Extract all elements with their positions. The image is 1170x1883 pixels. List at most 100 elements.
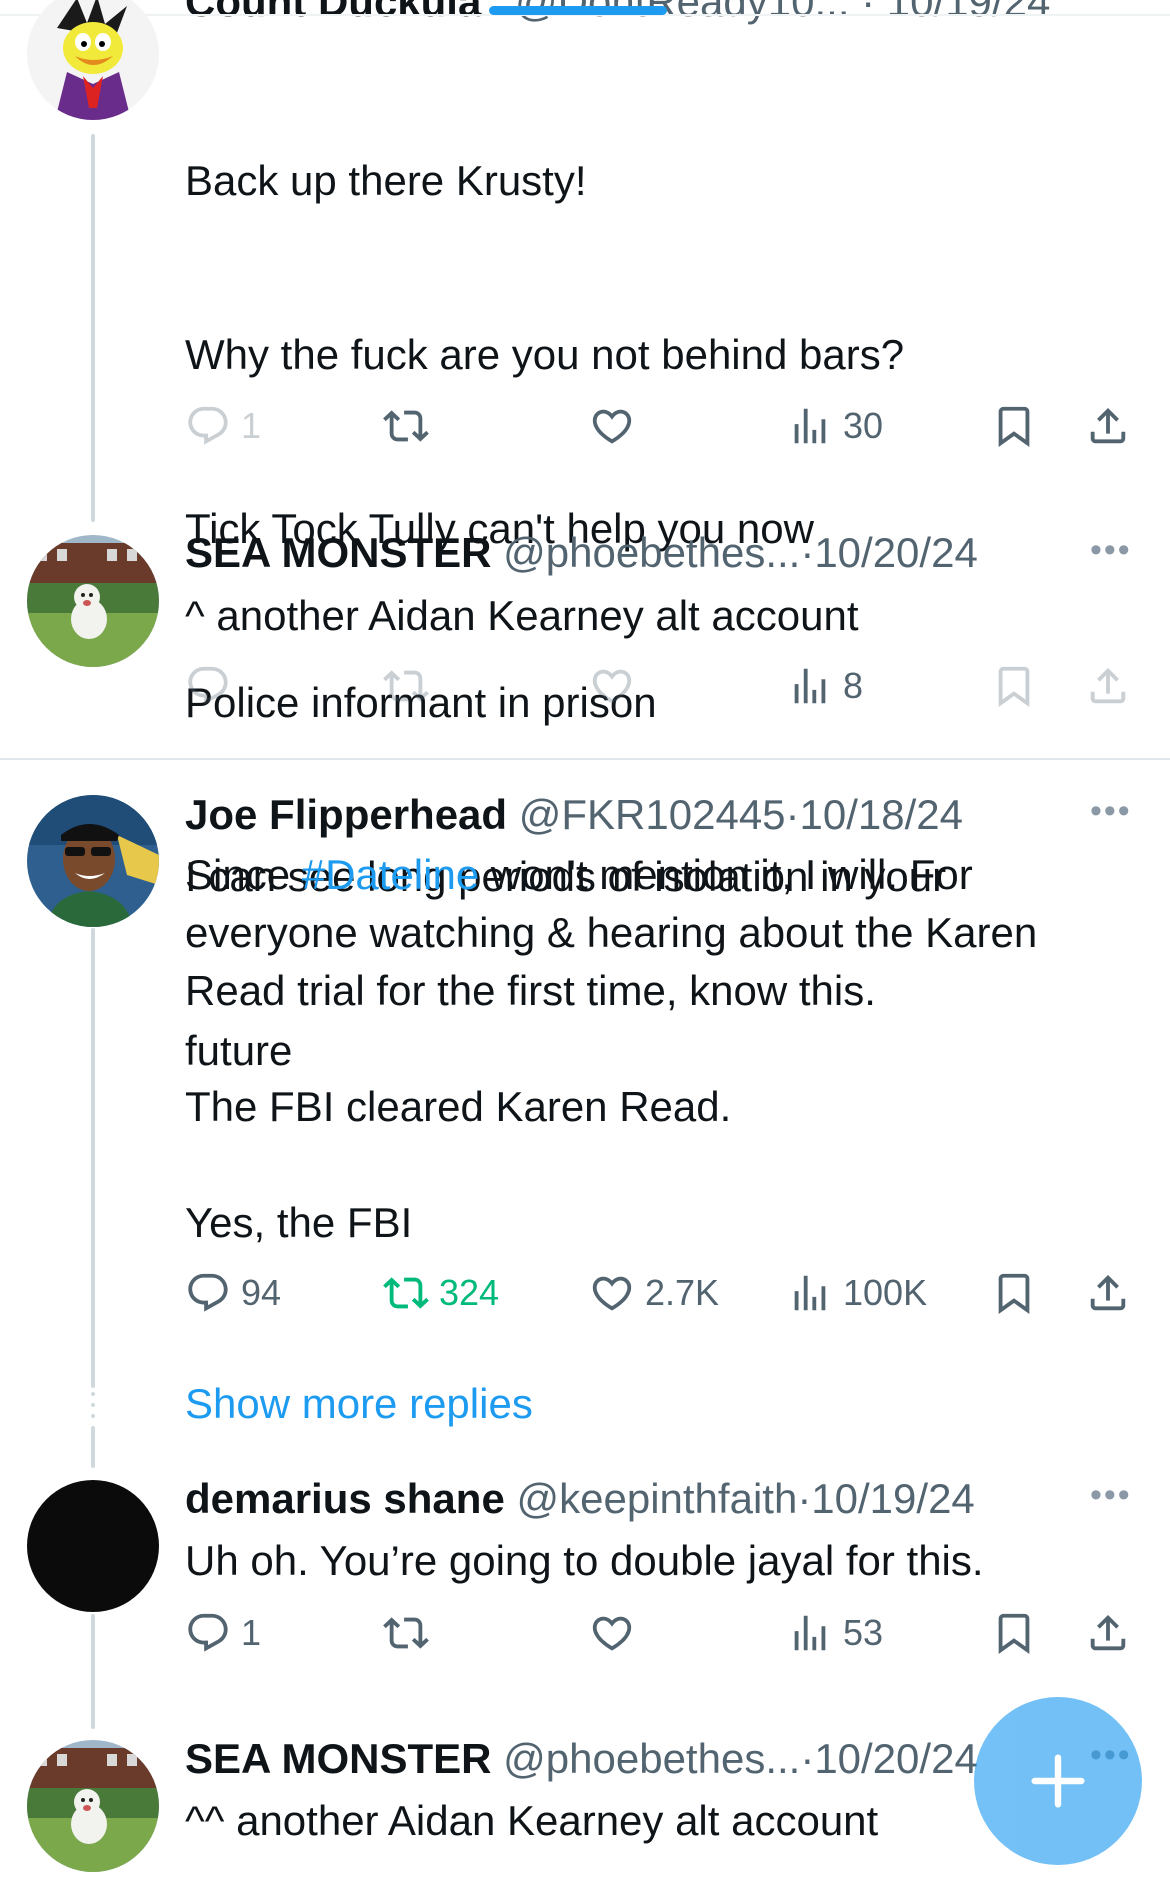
reply-button[interactable]: 1 bbox=[185, 1610, 261, 1656]
views-count: 53 bbox=[843, 1612, 884, 1653]
views-button[interactable]: 8 bbox=[787, 663, 863, 709]
bookmark-button[interactable] bbox=[991, 1270, 1037, 1316]
author-handle[interactable]: @keepinthfaith bbox=[516, 1475, 797, 1522]
reply-icon bbox=[185, 1270, 231, 1316]
reply-button[interactable]: 1 bbox=[185, 403, 261, 449]
author-name[interactable]: demarius shane bbox=[185, 1475, 505, 1522]
views-count: 100K bbox=[843, 1272, 928, 1313]
author-handle[interactable]: @phoebethes... bbox=[503, 1735, 800, 1782]
views-button[interactable]: 53 bbox=[787, 1610, 883, 1656]
tweet-text-start: Since bbox=[185, 851, 302, 898]
compose-button[interactable] bbox=[974, 1697, 1142, 1865]
tweet-date[interactable]: ·10/20/24 bbox=[800, 1735, 977, 1782]
bookmark-icon bbox=[991, 1270, 1037, 1316]
views-icon bbox=[787, 1610, 833, 1656]
bookmark-button[interactable] bbox=[991, 403, 1037, 449]
reply-button[interactable]: 94 bbox=[185, 1270, 281, 1316]
reply-icon bbox=[185, 1610, 231, 1656]
reply-icon bbox=[185, 663, 231, 709]
share-button[interactable] bbox=[1085, 663, 1131, 709]
tweet-line: Why the fuck are you not behind bars? bbox=[185, 331, 905, 378]
top-tweet-author-name[interactable]: Count Duckula bbox=[185, 0, 481, 26]
thread-connector bbox=[91, 1614, 95, 1729]
tab-indicator bbox=[489, 6, 667, 15]
views-button[interactable]: 100K bbox=[787, 1270, 927, 1316]
tweet-text: Uh oh. You’re going to double jayal for … bbox=[185, 1537, 984, 1584]
duck-avatar-icon bbox=[27, 0, 159, 120]
bookmark-button[interactable] bbox=[991, 1610, 1037, 1656]
retweet-button[interactable]: 324 bbox=[383, 1270, 499, 1316]
tweet-line: Back up there Krusty! bbox=[185, 157, 587, 204]
bookmark-icon bbox=[991, 663, 1037, 709]
like-icon bbox=[589, 1270, 635, 1316]
tweet-header: SEA MONSTER @phoebethes...·10/20/24 bbox=[185, 1734, 978, 1784]
tweet-date[interactable]: ·10/18/24 bbox=[786, 791, 963, 838]
author-name[interactable]: Joe Flipperhead bbox=[185, 791, 507, 838]
person-avatar-icon bbox=[27, 795, 159, 927]
retweet-button[interactable] bbox=[383, 1610, 429, 1656]
share-icon bbox=[1085, 1610, 1131, 1656]
author-handle[interactable]: @FKR102445 bbox=[519, 791, 786, 838]
more-options-icon[interactable]: ••• bbox=[1090, 531, 1132, 570]
bookmark-icon bbox=[991, 1610, 1037, 1656]
thread-view: Count Duckula @DontReady10... · 10/19/24… bbox=[0, 0, 1170, 1883]
views-icon bbox=[787, 1270, 833, 1316]
hashtag-link[interactable]: #Dateline bbox=[302, 851, 479, 898]
reply-count: 1 bbox=[241, 405, 262, 446]
like-icon bbox=[589, 403, 635, 449]
like-button[interactable] bbox=[589, 403, 635, 449]
tweet-header: demarius shane @keepinthfaith·10/19/24 bbox=[185, 1474, 975, 1524]
share-icon bbox=[1085, 663, 1131, 709]
author-name[interactable]: SEA MONSTER bbox=[185, 1735, 491, 1782]
author-handle[interactable]: @phoebethes... bbox=[503, 529, 800, 576]
tweet-actions: 1 30 bbox=[185, 403, 1135, 463]
avatar[interactable] bbox=[27, 1740, 159, 1872]
views-count: 30 bbox=[843, 405, 884, 446]
like-icon bbox=[589, 663, 635, 709]
like-button[interactable] bbox=[589, 1610, 635, 1656]
tweet-date[interactable]: ·10/19/24 bbox=[797, 1475, 974, 1522]
retweet-count: 324 bbox=[439, 1272, 500, 1313]
avatar[interactable] bbox=[27, 795, 159, 927]
avatar[interactable] bbox=[27, 1480, 159, 1612]
views-icon bbox=[787, 663, 833, 709]
tweet-header: Joe Flipperhead @FKR102445·10/18/24 bbox=[185, 790, 963, 840]
retweet-icon bbox=[383, 1610, 429, 1656]
share-button[interactable] bbox=[1085, 1270, 1131, 1316]
retweet-button[interactable] bbox=[383, 403, 429, 449]
like-button[interactable] bbox=[589, 663, 635, 709]
share-button[interactable] bbox=[1085, 1610, 1131, 1656]
like-button[interactable]: 2.7K bbox=[589, 1270, 719, 1316]
thread-connector bbox=[91, 928, 95, 1388]
like-icon bbox=[589, 1610, 635, 1656]
retweet-button[interactable] bbox=[383, 663, 429, 709]
thread-divider bbox=[0, 758, 1170, 760]
top-date-text: · 10/19/24 bbox=[861, 0, 1051, 25]
like-count: 2.7K bbox=[645, 1272, 720, 1313]
reply-icon bbox=[185, 403, 231, 449]
reply-button[interactable] bbox=[185, 663, 231, 709]
tweet-header: SEA MONSTER @phoebethes...·10/20/24 bbox=[185, 528, 978, 578]
author-name[interactable]: SEA MONSTER bbox=[185, 529, 491, 576]
more-options-icon[interactable]: ••• bbox=[1090, 792, 1132, 831]
share-button[interactable] bbox=[1085, 403, 1131, 449]
bookmark-button[interactable] bbox=[991, 663, 1037, 709]
views-button[interactable]: 30 bbox=[787, 403, 883, 449]
tweet-date[interactable]: ·10/20/24 bbox=[800, 529, 977, 576]
tweet-text-rest: won't mention it, I will. For everyone w… bbox=[185, 851, 1038, 1246]
thread-connector bbox=[91, 1426, 95, 1468]
show-more-replies-link[interactable]: Show more replies bbox=[185, 1380, 533, 1428]
avatar[interactable] bbox=[27, 535, 159, 667]
views-count: 8 bbox=[843, 665, 864, 706]
tweet-text: ^ another Aidan Kearney alt account bbox=[185, 592, 859, 639]
reply-count: 1 bbox=[241, 1612, 262, 1653]
retweet-icon bbox=[383, 663, 429, 709]
avatar[interactable] bbox=[27, 0, 159, 120]
dog-avatar-icon bbox=[27, 1740, 159, 1872]
tweet-actions: 1 53 bbox=[185, 1610, 1135, 1670]
retweet-icon bbox=[383, 1270, 429, 1316]
more-options-icon[interactable]: ••• bbox=[1090, 1476, 1132, 1515]
compose-plus-icon bbox=[1031, 1754, 1085, 1808]
thread-connector bbox=[91, 134, 95, 522]
views-icon bbox=[787, 403, 833, 449]
